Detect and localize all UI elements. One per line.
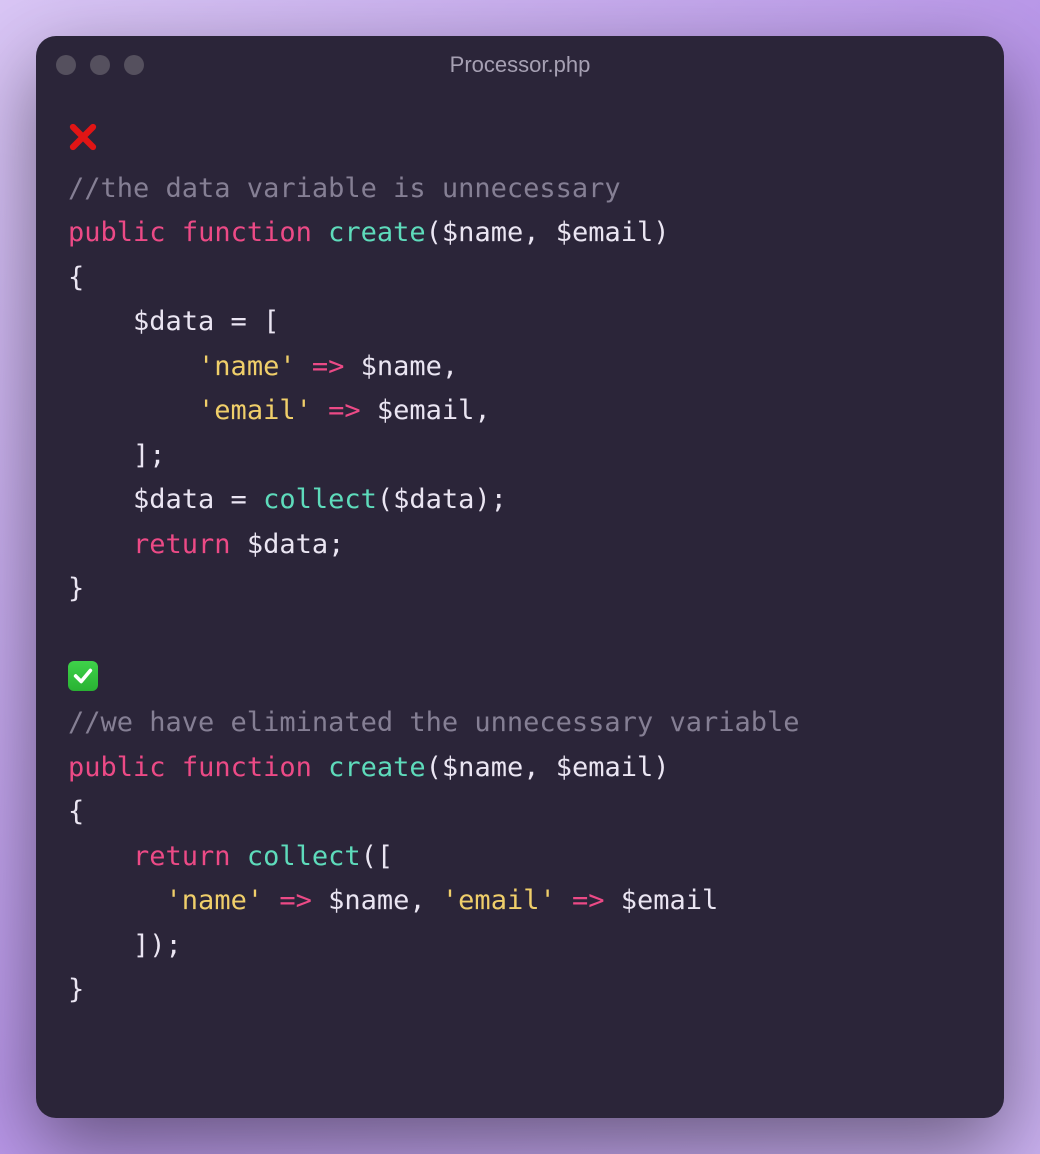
code-text: ($data); <box>377 484 507 515</box>
arrow-op: => <box>328 395 361 426</box>
fn-name: create <box>328 217 426 248</box>
check-icon <box>68 661 98 691</box>
brace: { <box>68 262 84 293</box>
minimize-dot[interactable] <box>90 55 110 75</box>
space <box>231 841 247 872</box>
code-text: ([ <box>361 841 394 872</box>
keyword-return: return <box>133 529 231 560</box>
code-text: $data; <box>231 529 345 560</box>
keyword-public: public <box>68 217 166 248</box>
zoom-dot[interactable] <box>124 55 144 75</box>
keyword-public: public <box>68 752 166 783</box>
keyword-return: return <box>133 841 231 872</box>
string: 'email' <box>198 395 312 426</box>
editor-window: Processor.php //the data variable is unn… <box>36 36 1004 1118</box>
traffic-lights <box>56 55 144 75</box>
brace: } <box>68 974 84 1005</box>
string: 'name' <box>166 885 264 916</box>
brace: } <box>68 573 84 604</box>
code-line: $data = [ <box>68 306 279 337</box>
code-text: $email, <box>361 395 491 426</box>
code-comment: //the data variable is unnecessary <box>68 173 621 204</box>
arrow-op: => <box>312 351 345 382</box>
close-dot[interactable] <box>56 55 76 75</box>
brace: { <box>68 796 84 827</box>
window-title: Processor.php <box>36 52 1004 78</box>
code-line: ]; <box>68 440 166 471</box>
code-text: $name, <box>344 351 458 382</box>
code-line: ]); <box>68 930 182 961</box>
fn-call: collect <box>247 841 361 872</box>
keyword-function: function <box>182 217 312 248</box>
code-comment: //we have eliminated the unnecessary var… <box>68 707 800 738</box>
string: 'name' <box>198 351 296 382</box>
arrow-op: => <box>572 885 605 916</box>
fn-args: ($name, $email) <box>426 752 670 783</box>
fn-call: collect <box>263 484 377 515</box>
fn-name: create <box>328 752 426 783</box>
keyword-function: function <box>182 752 312 783</box>
code-text: $email <box>605 885 719 916</box>
code-text: $name, <box>312 885 442 916</box>
code-area: //the data variable is unnecessary publi… <box>36 94 1004 1118</box>
code-text: $data = <box>68 484 263 515</box>
titlebar: Processor.php <box>36 36 1004 94</box>
cross-icon <box>68 122 98 158</box>
fn-args: ($name, $email) <box>426 217 670 248</box>
arrow-op: => <box>279 885 312 916</box>
string: 'email' <box>442 885 556 916</box>
